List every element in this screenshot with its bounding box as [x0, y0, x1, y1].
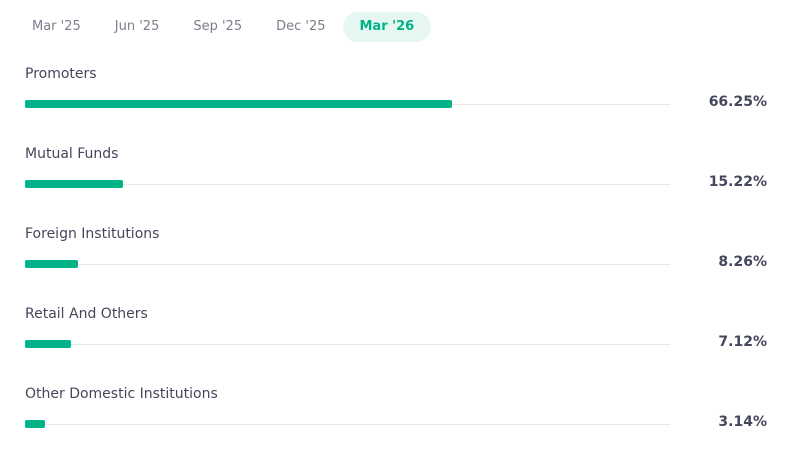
holding-bar-track [25, 264, 670, 265]
holding-row-foreign-institutions: Foreign Institutions 8.26% [25, 226, 767, 306]
holding-bar-track [25, 344, 670, 345]
tab-jun-25[interactable]: Jun '25 [98, 12, 177, 42]
holding-bar-fill [25, 100, 452, 108]
holding-label: Retail And Others [25, 306, 148, 322]
holding-value: 15.22% [708, 174, 767, 190]
holding-bar-fill [25, 340, 71, 348]
holding-row-other-domestic-institutions: Other Domestic Institutions 3.14% [25, 386, 767, 466]
tab-mar-25[interactable]: Mar '25 [15, 12, 98, 42]
holding-row-retail-and-others: Retail And Others 7.12% [25, 306, 767, 386]
tab-mar-26[interactable]: Mar '26 [342, 12, 432, 42]
holding-value: 66.25% [708, 94, 767, 110]
tab-sep-25[interactable]: Sep '25 [176, 12, 259, 42]
holding-value: 3.14% [718, 414, 767, 430]
holding-row-mutual-funds: Mutual Funds 15.22% [25, 146, 767, 226]
holding-bar-track [25, 424, 670, 425]
shareholding-list: Promoters 66.25% Mutual Funds 15.22% For… [25, 66, 767, 466]
holding-value: 8.26% [718, 254, 767, 270]
holding-label: Foreign Institutions [25, 226, 160, 242]
holding-bar-fill [25, 260, 78, 268]
holding-value: 7.12% [718, 334, 767, 350]
holding-label: Other Domestic Institutions [25, 386, 218, 402]
holding-bar-fill [25, 180, 123, 188]
holding-bar-fill [25, 420, 45, 428]
quarter-tabs: Mar '25 Jun '25 Sep '25 Dec '25 Mar '26 [15, 12, 432, 42]
tab-dec-25[interactable]: Dec '25 [259, 12, 342, 42]
holding-row-promoters: Promoters 66.25% [25, 66, 767, 146]
holding-label: Mutual Funds [25, 146, 119, 162]
holding-label: Promoters [25, 66, 97, 82]
